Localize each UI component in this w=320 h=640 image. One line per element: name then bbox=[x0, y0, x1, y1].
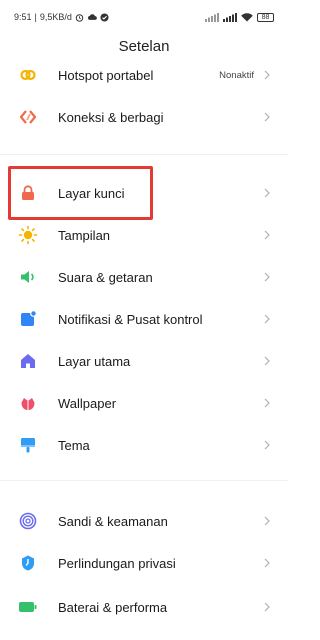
highlight-box bbox=[8, 166, 153, 220]
settings-row-label: Tema bbox=[58, 437, 90, 453]
settings-row-wallpaper[interactable]: Wallpaper bbox=[0, 382, 288, 424]
alarm-icon bbox=[75, 13, 84, 22]
speaker-icon bbox=[18, 267, 38, 287]
status-time: 9:51 bbox=[14, 12, 32, 22]
settings-row-label: Layar utama bbox=[58, 353, 131, 369]
settings-row-notifications[interactable]: Notifikasi & Pusat kontrol bbox=[0, 298, 288, 340]
settings-row-privacy[interactable]: Perlindungan privasi bbox=[0, 542, 288, 584]
status-separator: | bbox=[34, 12, 37, 22]
section-divider bbox=[0, 154, 288, 155]
battery-icon bbox=[18, 597, 38, 617]
status-right: 88 bbox=[205, 12, 274, 22]
page-title: Setelan bbox=[118, 38, 170, 55]
signal-icon bbox=[205, 12, 219, 22]
settings-row-label: Perlindungan privasi bbox=[58, 555, 176, 571]
status-bar: 9:51 | 9,5KB/d 88 bbox=[0, 0, 288, 34]
settings-row-home-screen[interactable]: Layar utama bbox=[0, 340, 288, 382]
cloud-icon bbox=[87, 14, 97, 20]
chevron-right-icon bbox=[262, 69, 272, 81]
status-speed: 9,5KB/d bbox=[39, 12, 72, 22]
chevron-right-icon bbox=[262, 313, 272, 325]
connection-share-icon bbox=[18, 107, 38, 127]
chevron-right-icon bbox=[262, 111, 272, 123]
chevron-right-icon bbox=[262, 397, 272, 409]
theme-icon bbox=[18, 435, 38, 455]
settings-row-security[interactable]: Sandi & keamanan bbox=[0, 500, 288, 542]
hotspot-icon bbox=[18, 65, 38, 85]
battery-indicator: 88 bbox=[257, 12, 274, 22]
settings-row-hotspot[interactable]: Hotspot portabel Nonaktif bbox=[0, 54, 288, 96]
privacy-icon bbox=[18, 553, 38, 573]
sun-icon bbox=[18, 225, 38, 245]
settings-row-label: Baterai & performa bbox=[58, 599, 168, 615]
signal-icon-2 bbox=[223, 12, 237, 22]
chevron-right-icon bbox=[262, 355, 272, 367]
chevron-right-icon bbox=[262, 515, 272, 527]
section-divider bbox=[0, 480, 288, 481]
settings-row-sound[interactable]: Suara & getaran bbox=[0, 256, 288, 298]
chevron-right-icon bbox=[262, 271, 272, 283]
wifi-icon bbox=[241, 12, 253, 21]
status-left: 9:51 | 9,5KB/d bbox=[14, 12, 109, 22]
chevron-right-icon bbox=[262, 229, 272, 241]
settings-row-connection[interactable]: Koneksi & berbagi bbox=[0, 96, 288, 138]
chevron-right-icon bbox=[262, 187, 272, 199]
fingerprint-icon bbox=[18, 511, 38, 531]
settings-row-battery[interactable]: Baterai & performa bbox=[0, 586, 288, 628]
check-circle-icon bbox=[100, 12, 109, 22]
settings-row-label: Koneksi & berbagi bbox=[58, 109, 164, 125]
settings-row-label: Notifikasi & Pusat kontrol bbox=[58, 311, 203, 327]
settings-row-display[interactable]: Tampilan bbox=[0, 214, 288, 256]
chevron-right-icon bbox=[262, 557, 272, 569]
chevron-right-icon bbox=[262, 601, 272, 613]
battery-level: 88 bbox=[261, 13, 270, 21]
settings-row-value: Nonaktif bbox=[219, 69, 254, 81]
settings-row-label: Tampilan bbox=[58, 227, 111, 243]
settings-row-label: Suara & getaran bbox=[58, 269, 153, 285]
home-icon bbox=[18, 351, 38, 371]
notification-icon bbox=[18, 309, 38, 329]
wallpaper-icon bbox=[18, 393, 38, 413]
settings-row-label: Sandi & keamanan bbox=[58, 513, 168, 529]
settings-row-label: Wallpaper bbox=[58, 395, 117, 411]
settings-row-label: Hotspot portabel bbox=[58, 67, 154, 83]
settings-row-theme[interactable]: Tema bbox=[0, 424, 288, 466]
chevron-right-icon bbox=[262, 439, 272, 451]
